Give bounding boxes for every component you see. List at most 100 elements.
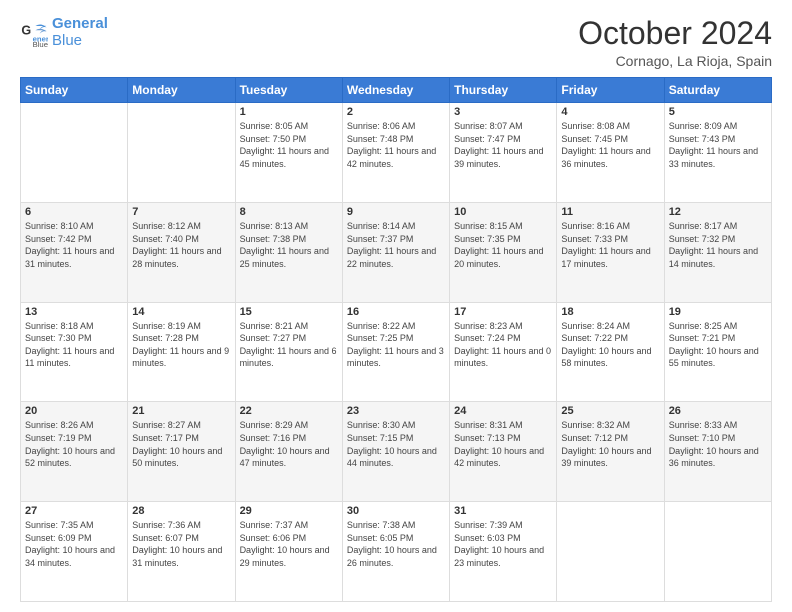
day-info: Sunrise: 7:37 AM Sunset: 6:06 PM Dayligh… (240, 519, 338, 569)
calendar: Sunday Monday Tuesday Wednesday Thursday… (20, 77, 772, 602)
calendar-cell: 11 Sunrise: 8:16 AM Sunset: 7:33 PM Dayli… (557, 202, 664, 302)
day-info: Sunrise: 8:08 AM Sunset: 7:45 PM Dayligh… (561, 120, 659, 170)
day-number: 5 (669, 106, 767, 118)
day-info: Sunrise: 8:31 AM Sunset: 7:13 PM Dayligh… (454, 419, 552, 469)
day-number: 3 (454, 106, 552, 118)
day-number: 20 (25, 405, 123, 417)
day-info: Sunrise: 8:16 AM Sunset: 7:33 PM Dayligh… (561, 220, 659, 270)
day-info: Sunrise: 8:33 AM Sunset: 7:10 PM Dayligh… (669, 419, 767, 469)
calendar-body: 1Sunrise: 8:05 AM Sunset: 7:50 PM Daylig… (21, 103, 772, 602)
calendar-cell: 21 Sunrise: 8:27 AM Sunset: 7:17 PM Dayli… (128, 402, 235, 502)
day-info: Sunrise: 8:26 AM Sunset: 7:19 PM Dayligh… (25, 419, 123, 469)
day-number: 4 (561, 106, 659, 118)
day-info: Sunrise: 8:06 AM Sunset: 7:48 PM Dayligh… (347, 120, 445, 170)
logo-icon: G eneral Blue (20, 19, 48, 47)
calendar-week-1: 1Sunrise: 8:05 AM Sunset: 7:50 PM Daylig… (21, 103, 772, 203)
day-info: Sunrise: 8:09 AM Sunset: 7:43 PM Dayligh… (669, 120, 767, 170)
title-block: October 2024 Cornago, La Rioja, Spain (578, 16, 772, 69)
day-info: Sunrise: 8:10 AM Sunset: 7:42 PM Dayligh… (25, 220, 123, 270)
day-info: Sunrise: 8:07 AM Sunset: 7:47 PM Dayligh… (454, 120, 552, 170)
day-number: 11 (561, 206, 659, 218)
day-number: 12 (669, 206, 767, 218)
location: Cornago, La Rioja, Spain (578, 53, 772, 69)
day-number: 25 (561, 405, 659, 417)
day-number: 7 (132, 206, 230, 218)
calendar-cell: 28 Sunrise: 7:36 AM Sunset: 6:07 PM Dayli… (128, 502, 235, 602)
day-info: Sunrise: 8:32 AM Sunset: 7:12 PM Dayligh… (561, 419, 659, 469)
day-number: 21 (132, 405, 230, 417)
day-info: Sunrise: 7:38 AM Sunset: 6:05 PM Dayligh… (347, 519, 445, 569)
day-number: 8 (240, 206, 338, 218)
calendar-cell: 26 Sunrise: 8:33 AM Sunset: 7:10 PM Dayli… (664, 402, 771, 502)
calendar-cell: 16 Sunrise: 8:22 AM Sunset: 7:25 PM Dayli… (342, 302, 449, 402)
calendar-cell: 31Sunrise: 7:39 AM Sunset: 6:03 PM Dayli… (450, 502, 557, 602)
day-number: 30 (347, 505, 445, 517)
header-tuesday: Tuesday (235, 78, 342, 103)
day-number: 6 (25, 206, 123, 218)
calendar-cell: 15 Sunrise: 8:21 AM Sunset: 7:27 PM Dayli… (235, 302, 342, 402)
day-number: 10 (454, 206, 552, 218)
month-title: October 2024 (578, 16, 772, 51)
day-number: 15 (240, 306, 338, 318)
day-number: 22 (240, 405, 338, 417)
day-number: 18 (561, 306, 659, 318)
day-info: Sunrise: 8:27 AM Sunset: 7:17 PM Dayligh… (132, 419, 230, 469)
header-friday: Friday (557, 78, 664, 103)
day-number: 26 (669, 405, 767, 417)
day-info: Sunrise: 8:17 AM Sunset: 7:32 PM Dayligh… (669, 220, 767, 270)
calendar-cell: 19 Sunrise: 8:25 AM Sunset: 7:21 PM Dayli… (664, 302, 771, 402)
day-number: 19 (669, 306, 767, 318)
day-info: Sunrise: 7:36 AM Sunset: 6:07 PM Dayligh… (132, 519, 230, 569)
day-info: Sunrise: 8:14 AM Sunset: 7:37 PM Dayligh… (347, 220, 445, 270)
calendar-cell: 9 Sunrise: 8:14 AM Sunset: 7:37 PM Daylig… (342, 202, 449, 302)
day-number: 16 (347, 306, 445, 318)
day-number: 29 (240, 505, 338, 517)
day-number: 27 (25, 505, 123, 517)
day-info: Sunrise: 8:13 AM Sunset: 7:38 PM Dayligh… (240, 220, 338, 270)
weekday-row: Sunday Monday Tuesday Wednesday Thursday… (21, 78, 772, 103)
logo-blue: Blue (52, 32, 82, 49)
day-number: 28 (132, 505, 230, 517)
calendar-cell: 13 Sunrise: 8:18 AM Sunset: 7:30 PM Dayli… (21, 302, 128, 402)
day-number: 2 (347, 106, 445, 118)
day-info: Sunrise: 8:12 AM Sunset: 7:40 PM Dayligh… (132, 220, 230, 270)
svg-text:Blue: Blue (33, 40, 48, 47)
calendar-cell: 3 Sunrise: 8:07 AM Sunset: 7:47 PM Daylig… (450, 103, 557, 203)
day-number: 17 (454, 306, 552, 318)
header-monday: Monday (128, 78, 235, 103)
day-info: Sunrise: 8:18 AM Sunset: 7:30 PM Dayligh… (25, 320, 123, 370)
day-info: Sunrise: 8:22 AM Sunset: 7:25 PM Dayligh… (347, 320, 445, 370)
day-info: Sunrise: 8:15 AM Sunset: 7:35 PM Dayligh… (454, 220, 552, 270)
day-info: Sunrise: 7:35 AM Sunset: 6:09 PM Dayligh… (25, 519, 123, 569)
day-info: Sunrise: 8:05 AM Sunset: 7:50 PM Dayligh… (240, 120, 338, 170)
day-info: Sunrise: 8:21 AM Sunset: 7:27 PM Dayligh… (240, 320, 338, 370)
day-number: 9 (347, 206, 445, 218)
calendar-cell: 27 Sunrise: 7:35 AM Sunset: 6:09 PM Dayli… (21, 502, 128, 602)
calendar-week-3: 13 Sunrise: 8:18 AM Sunset: 7:30 PM Dayli… (21, 302, 772, 402)
calendar-cell: 6 Sunrise: 8:10 AM Sunset: 7:42 PM Daylig… (21, 202, 128, 302)
calendar-week-4: 20 Sunrise: 8:26 AM Sunset: 7:19 PM Dayli… (21, 402, 772, 502)
header-thursday: Thursday (450, 78, 557, 103)
calendar-cell: 23Sunrise: 8:30 AM Sunset: 7:15 PM Dayli… (342, 402, 449, 502)
calendar-week-5: 27 Sunrise: 7:35 AM Sunset: 6:09 PM Dayli… (21, 502, 772, 602)
day-info: Sunrise: 7:39 AM Sunset: 6:03 PM Dayligh… (454, 519, 552, 569)
day-number: 13 (25, 306, 123, 318)
calendar-header: Sunday Monday Tuesday Wednesday Thursday… (21, 78, 772, 103)
calendar-cell: 2 Sunrise: 8:06 AM Sunset: 7:48 PM Daylig… (342, 103, 449, 203)
day-info: Sunrise: 8:24 AM Sunset: 7:22 PM Dayligh… (561, 320, 659, 370)
header-wednesday: Wednesday (342, 78, 449, 103)
calendar-cell (21, 103, 128, 203)
svg-text:G: G (21, 23, 31, 37)
calendar-cell: 5 Sunrise: 8:09 AM Sunset: 7:43 PM Daylig… (664, 103, 771, 203)
day-number: 23 (347, 405, 445, 417)
calendar-cell: 10 Sunrise: 8:15 AM Sunset: 7:35 PM Dayli… (450, 202, 557, 302)
calendar-cell: 25 Sunrise: 8:32 AM Sunset: 7:12 PM Dayli… (557, 402, 664, 502)
calendar-cell: 24Sunrise: 8:31 AM Sunset: 7:13 PM Dayli… (450, 402, 557, 502)
calendar-cell (128, 103, 235, 203)
calendar-cell: 20 Sunrise: 8:26 AM Sunset: 7:19 PM Dayli… (21, 402, 128, 502)
calendar-cell: 7 Sunrise: 8:12 AM Sunset: 7:40 PM Daylig… (128, 202, 235, 302)
day-info: Sunrise: 8:25 AM Sunset: 7:21 PM Dayligh… (669, 320, 767, 370)
calendar-cell: 30 Sunrise: 7:38 AM Sunset: 6:05 PM Dayli… (342, 502, 449, 602)
calendar-cell (664, 502, 771, 602)
calendar-cell: 22Sunrise: 8:29 AM Sunset: 7:16 PM Dayli… (235, 402, 342, 502)
